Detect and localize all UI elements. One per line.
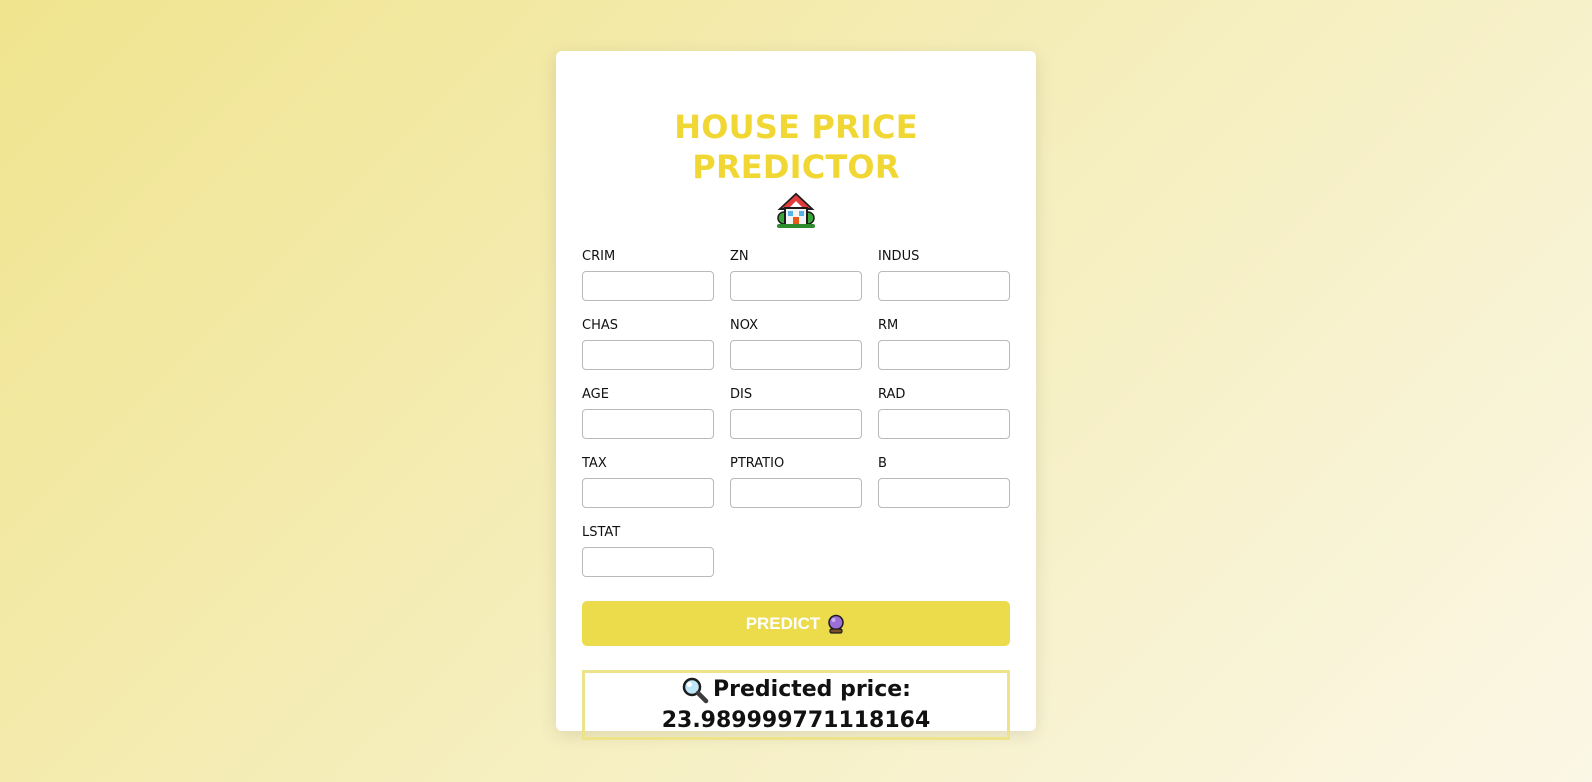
field-label: TAX <box>582 456 607 471</box>
field-label: NOX <box>730 318 759 333</box>
field-label: CRIM <box>582 249 616 264</box>
field-label: RAD <box>878 387 906 402</box>
house-with-garden-icon <box>582 191 1010 229</box>
crystal-ball-icon <box>826 614 846 634</box>
field-label: LSTAT <box>582 525 621 540</box>
feature-form: CRIM ZN INDUS CHAS NOX RM AGE DIS RAD TA… <box>582 243 1010 588</box>
field-crim: CRIM <box>582 243 714 312</box>
field-rm: RM <box>878 312 1010 381</box>
field-ptratio: PTRATIO <box>730 450 862 519</box>
predict-button[interactable]: PREDICT <box>582 601 1010 646</box>
chas-input[interactable] <box>582 340 714 370</box>
magnifier-icon <box>681 676 709 704</box>
field-rad: RAD <box>878 381 1010 450</box>
field-label: INDUS <box>878 249 920 264</box>
field-dis: DIS <box>730 381 862 450</box>
age-input[interactable] <box>582 409 714 439</box>
field-indus: INDUS <box>878 243 1010 312</box>
field-age: AGE <box>582 381 714 450</box>
predictor-card: HOUSE PRICE PREDICTOR CRIM ZN INDUS CHAS… <box>556 51 1036 740</box>
field-label: B <box>878 456 887 471</box>
tax-input[interactable] <box>582 478 714 508</box>
field-label: CHAS <box>582 318 618 333</box>
rm-input[interactable] <box>878 340 1010 370</box>
field-label: DIS <box>730 387 753 402</box>
field-chas: CHAS <box>582 312 714 381</box>
zn-input[interactable] <box>730 271 862 301</box>
field-label: PTRATIO <box>730 456 785 471</box>
nox-input[interactable] <box>730 340 862 370</box>
field-label: RM <box>878 318 899 333</box>
field-nox: NOX <box>730 312 862 381</box>
ptratio-input[interactable] <box>730 478 862 508</box>
crim-input[interactable] <box>582 271 714 301</box>
rad-input[interactable] <box>878 409 1010 439</box>
prediction-result: Predicted price: 23.989999771118164 <box>582 670 1010 740</box>
lstat-input[interactable] <box>582 547 714 577</box>
b-input[interactable] <box>878 478 1010 508</box>
field-label: ZN <box>730 249 749 264</box>
field-label: AGE <box>582 387 609 402</box>
page-title: HOUSE PRICE PREDICTOR <box>674 108 918 186</box>
indus-input[interactable] <box>878 271 1010 301</box>
field-tax: TAX <box>582 450 714 519</box>
field-b: B <box>878 450 1010 519</box>
predict-button-label: PREDICT <box>745 613 821 633</box>
prediction-value: 23.989999771118164 <box>661 708 931 733</box>
prediction-label: Predicted price: <box>713 677 911 702</box>
dis-input[interactable] <box>730 409 862 439</box>
field-zn: ZN <box>730 243 862 312</box>
field-lstat: LSTAT <box>582 519 714 588</box>
